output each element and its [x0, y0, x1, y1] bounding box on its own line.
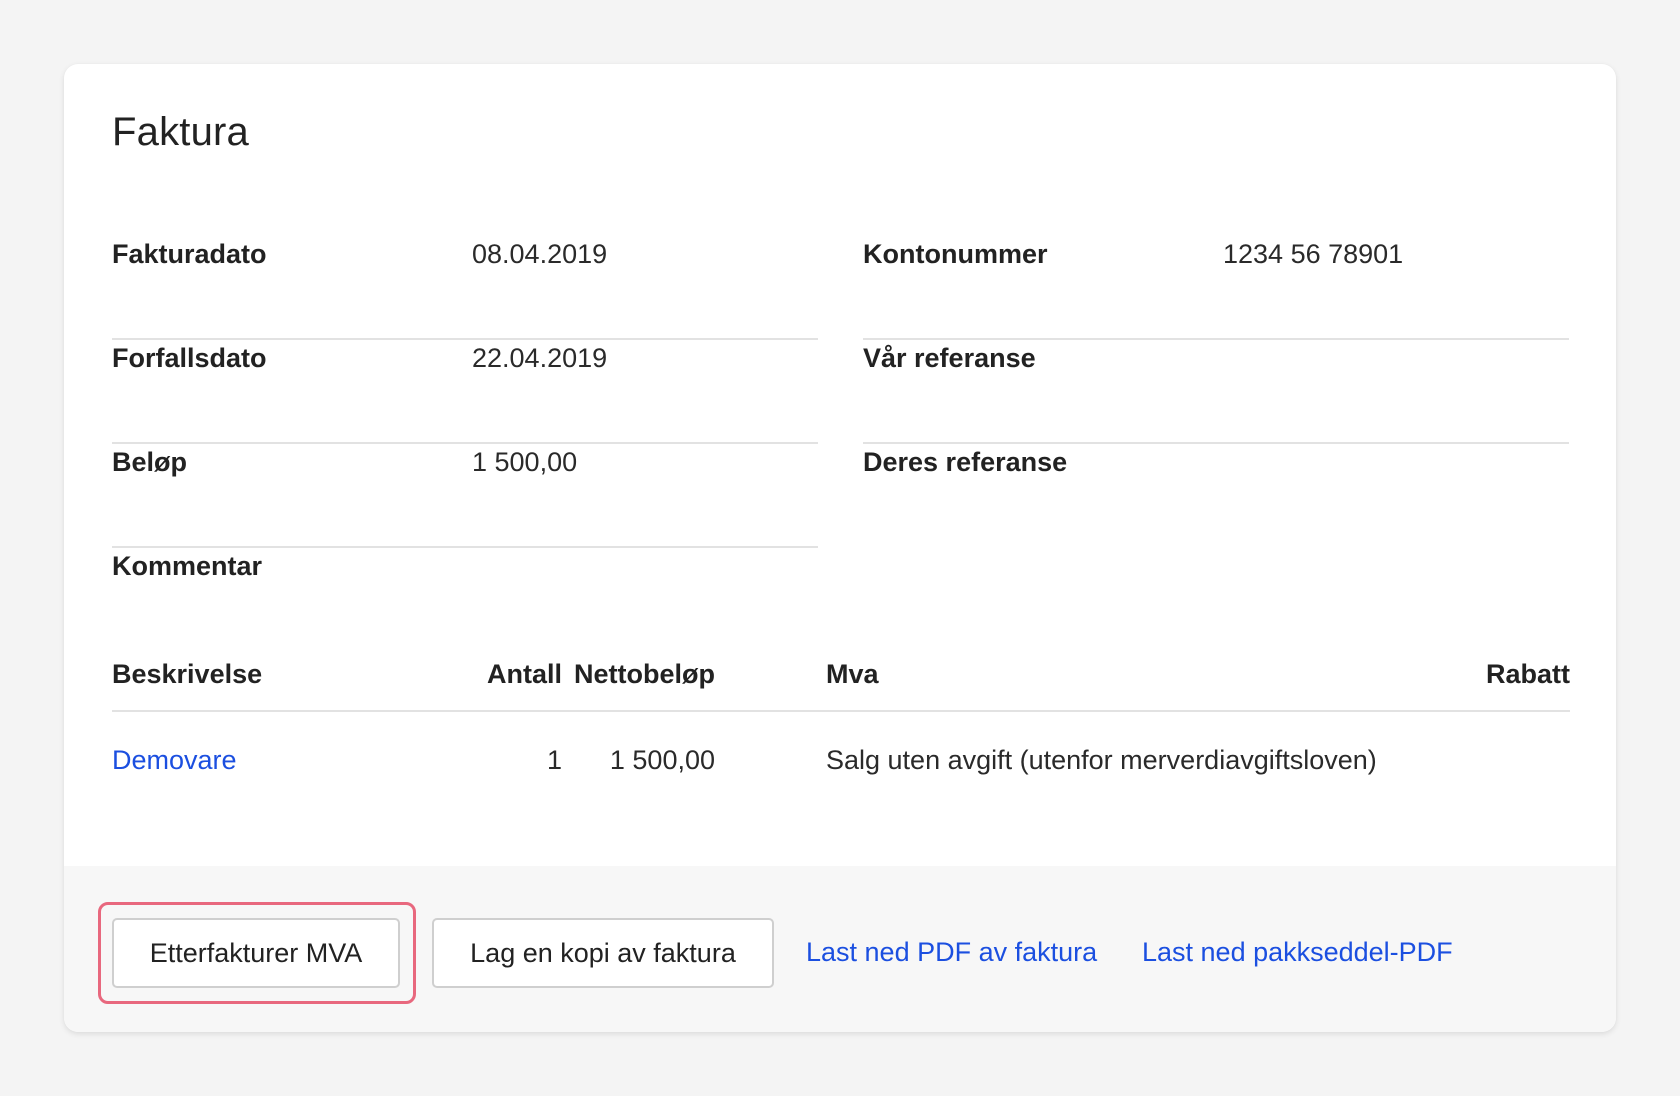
info-row-account-number: Kontonummer 1234 56 78901 [863, 236, 1569, 340]
account-number-label: Kontonummer [863, 239, 1048, 269]
header-description: Beskrivelse [112, 659, 263, 689]
amount-value: 1 500,00 [472, 447, 578, 477]
page-title: Faktura [112, 110, 250, 154]
download-pdf-link[interactable]: Last ned PDF av faktura [806, 934, 1097, 970]
table-row: Demovare 1 1 500,00 Salg uten avgift (ut… [112, 712, 1570, 802]
header-discount: Rabatt [1485, 659, 1570, 689]
rebill-vat-button[interactable]: Etterfakturer MVA [112, 918, 400, 988]
info-row-invoice-date: Fakturadato 08.04.2019 [112, 236, 818, 340]
invoice-card: Faktura Fakturadato 08.04.2019 Forfallsd… [64, 64, 1616, 1032]
amount-label: Beløp [112, 447, 188, 477]
due-date-label: Forfallsdato [112, 343, 267, 373]
row-vat: Salg uten avgift (utenfor merverdiavgift… [826, 745, 1377, 775]
invoice-date-label: Fakturadato [112, 239, 267, 269]
copy-invoice-button[interactable]: Lag en kopi av faktura [432, 918, 774, 988]
action-footer: Etterfakturer MVA Lag en kopi av faktura… [64, 866, 1616, 1032]
info-row-our-reference: Vår referanse [863, 340, 1569, 444]
invoice-info-right: Kontonummer 1234 56 78901 Vår referanse … [863, 236, 1569, 548]
info-row-your-reference: Deres referanse [863, 444, 1569, 548]
row-net-amount: 1 500,00 [609, 745, 715, 775]
product-link[interactable]: Demovare [112, 742, 237, 778]
table-header: Beskrivelse Antall Nettobeløp Mva Rabatt [112, 656, 1570, 712]
invoice-info-left: Fakturadato 08.04.2019 Forfallsdato 22.0… [112, 236, 818, 548]
our-reference-label: Vår referanse [863, 343, 1036, 373]
your-reference-label: Deres referanse [863, 447, 1068, 477]
comment-label: Kommentar [112, 551, 263, 581]
invoice-date-value: 08.04.2019 [472, 239, 608, 269]
account-number-value: 1234 56 78901 [1223, 239, 1404, 269]
row-quantity: 1 [546, 745, 562, 775]
header-quantity: Antall [486, 659, 562, 689]
due-date-value: 22.04.2019 [472, 343, 608, 373]
header-net-amount: Nettobeløp [574, 659, 715, 689]
info-row-amount: Beløp 1 500,00 [112, 444, 818, 548]
line-items-table: Beskrivelse Antall Nettobeløp Mva Rabatt… [112, 656, 1570, 802]
info-row-due-date: Forfallsdato 22.04.2019 [112, 340, 818, 444]
download-packing-slip-link[interactable]: Last ned pakkseddel-PDF [1142, 934, 1453, 970]
header-vat: Mva [826, 659, 879, 689]
